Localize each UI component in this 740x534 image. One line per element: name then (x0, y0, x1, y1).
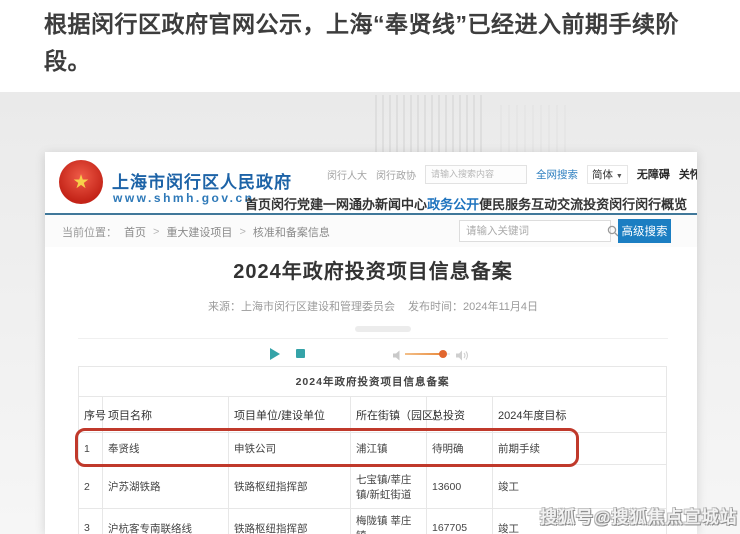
player-caption-placeholder (355, 326, 411, 332)
breadcrumb-home[interactable]: 首页 (124, 224, 146, 240)
full-site-search-button[interactable]: 全网搜索 (536, 167, 578, 182)
link-minhang-peoples-congress[interactable]: 闵行人大 (327, 167, 367, 182)
breadcrumb-major-projects[interactable]: 重大建设项目 (166, 224, 232, 240)
nav-item-gov-disclosure[interactable]: 政务公开 (427, 194, 479, 213)
cell-town: 浦江镇 (351, 433, 427, 465)
cell-goal: 竣工 (493, 465, 667, 509)
nav-item-invest-minhang[interactable]: 投资闵行 (583, 194, 635, 213)
keyword-search-input[interactable] (460, 225, 607, 237)
cell-investment: 13600 (427, 465, 493, 509)
header-top-links: 闵行人大 闵行政协 全网搜索 简体 ▼ 无障碍 关怀版 (327, 164, 671, 184)
cell-town: 七宝镇/莘庄镇/新虹街道 (351, 465, 427, 509)
col-header-town: 所在街镇（园区） (351, 397, 427, 433)
table-row-fengxian-line: 1 奉贤线 申铁公司 浦江镇 待明确 前期手续 (79, 433, 667, 465)
speaker-icon[interactable] (393, 348, 404, 366)
col-header-project-name: 项目名称 (103, 397, 229, 433)
cell-index: 1 (79, 433, 103, 465)
cell-town: 梅陇镇 莘庄镇 (351, 509, 427, 534)
article-meta: 来源：上海市闵行区建设和管理委员会 发布时间：2024年11月4日 (78, 298, 668, 314)
page-title: 2024年政府投资项目信息备案 (78, 255, 668, 284)
language-dropdown[interactable]: 简体 ▼ (587, 165, 628, 184)
breadcrumb-label: 当前位置： (62, 224, 117, 240)
cell-index: 3 (79, 509, 103, 534)
cell-project-name: 奉贤线 (103, 433, 229, 465)
cell-index: 2 (79, 465, 103, 509)
background-stripes (375, 95, 487, 155)
national-emblem-logo[interactable]: ★ (59, 160, 103, 204)
article-headline: 根据闵行区政府官网公示，上海“奉贤线”已经进入前期手续阶段。 (44, 6, 708, 80)
volume-slider[interactable] (405, 353, 450, 355)
cell-investment: 待明确 (427, 433, 493, 465)
gov-site-screenshot: ★ 上海市闵行区人民政府 www.shmh.gov.cn 闵行人大 闵行政协 全… (45, 152, 697, 534)
volume-knob[interactable] (439, 350, 447, 358)
accessibility-button[interactable]: 无障碍 (637, 166, 670, 182)
breadcrumb-separator: > (239, 226, 245, 238)
breadcrumb: 当前位置： 首页 > 重大建设项目 > 核准和备案信息 (62, 224, 330, 240)
care-mode-button[interactable]: 关怀版 (679, 166, 697, 182)
col-header-index: 序号 (79, 397, 103, 433)
nav-item-interaction[interactable]: 互动交流 (531, 194, 583, 213)
volume-fill (405, 353, 443, 355)
nav-item-home[interactable]: 首页 (245, 194, 271, 213)
nav-item-minhang-overview[interactable]: 闵行概览 (635, 194, 687, 213)
play-icon[interactable] (270, 348, 280, 360)
cell-goal: 前期手续 (493, 433, 667, 465)
col-header-unit: 项目单位/建设单位 (229, 397, 351, 433)
cell-unit: 申铁公司 (229, 433, 351, 465)
nav-item-one-stop[interactable]: 一网通办 (323, 194, 375, 213)
cell-unit: 铁路枢纽指挥部 (229, 509, 351, 534)
page: 根据闵行区政府官网公示，上海“奉贤线”已经进入前期手续阶段。 ★ 上海市闵行区人… (0, 0, 740, 534)
cell-unit: 铁路枢纽指挥部 (229, 465, 351, 509)
sohu-watermark: 搜狐号@搜狐焦点宣城站 (540, 503, 738, 528)
chevron-down-icon: ▼ (616, 173, 623, 180)
table-title: 2024年政府投资项目信息备案 (79, 367, 667, 397)
cell-project-name: 沪杭客专南联络线 (103, 509, 229, 534)
article-source: 来源：上海市闵行区建设和管理委员会 (208, 301, 395, 313)
cell-investment: 167705 (427, 509, 493, 534)
nav-item-news-center[interactable]: 新闻中心 (375, 194, 427, 213)
table-header-row: 序号 项目名称 项目单位/建设单位 所在街镇（园区） 总投资 2024年度目标 (79, 397, 667, 433)
col-header-investment: 总投资 (427, 397, 493, 433)
breadcrumb-approval-filing-info[interactable]: 核准和备案信息 (253, 224, 330, 240)
emblem-star-icon: ★ (72, 173, 89, 192)
audio-player (78, 338, 668, 367)
speaker-waves-icon[interactable] (456, 348, 470, 366)
nav-item-public-services[interactable]: 便民服务 (479, 194, 531, 213)
nav-item-party-building[interactable]: 闵行党建 (271, 194, 323, 213)
advanced-search-button[interactable]: 高级搜索 (618, 219, 671, 243)
breadcrumb-bar: 当前位置： 首页 > 重大建设项目 > 核准和备案信息 高级搜索 (45, 215, 697, 247)
cell-project-name: 沪苏湖铁路 (103, 465, 229, 509)
link-minhang-cppcc[interactable]: 闵行政协 (376, 167, 416, 182)
col-header-2024-goal: 2024年度目标 (493, 397, 667, 433)
background-stripes (500, 105, 570, 155)
site-url: www.shmh.gov.cn (113, 191, 255, 205)
article-publish-date: 发布时间：2024年11月4日 (408, 301, 538, 313)
table-row-husuhu-railway: 2 沪苏湖铁路 铁路枢纽指挥部 七宝镇/莘庄镇/新虹街道 13600 竣工 (79, 465, 667, 509)
table-title-row: 2024年政府投资项目信息备案 (79, 367, 667, 397)
stop-icon[interactable] (296, 349, 305, 358)
main-nav: 首页 闵行党建 一网通办 新闻中心 政务公开 便民服务 互动交流 投资闵行 闵行… (245, 194, 669, 212)
site-title: 上海市闵行区人民政府 (112, 168, 292, 193)
keyword-search-box (459, 220, 611, 242)
breadcrumb-separator: > (153, 226, 159, 238)
site-search-input[interactable] (425, 165, 527, 184)
